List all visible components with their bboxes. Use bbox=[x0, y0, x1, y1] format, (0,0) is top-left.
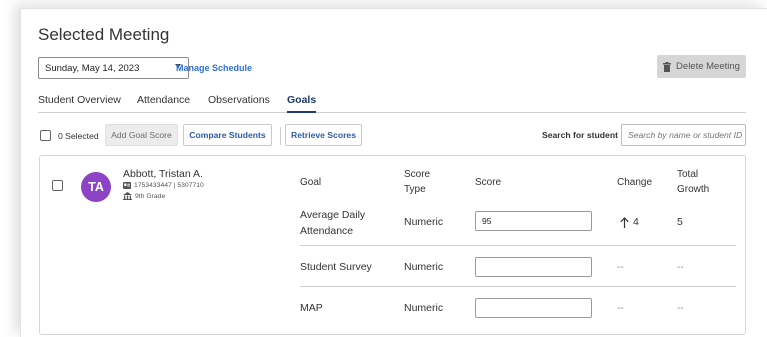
goal-name: MAP bbox=[300, 302, 323, 314]
total-growth-value: 5 bbox=[677, 216, 683, 228]
row-divider bbox=[300, 245, 736, 246]
total-growth-value: -- bbox=[677, 303, 684, 314]
selected-count: 0 Selected bbox=[58, 131, 99, 141]
col-header-score: Score bbox=[475, 177, 502, 188]
goal-name-line2: Attendance bbox=[300, 225, 354, 237]
student-select-checkbox[interactable] bbox=[52, 180, 63, 191]
score-type: Numeric bbox=[404, 261, 444, 273]
tab-bar: Student Overview Attendance Observations… bbox=[38, 93, 746, 113]
add-goal-score-button[interactable]: Add Goal Score bbox=[105, 124, 178, 146]
change-value: -- bbox=[617, 303, 624, 314]
page-title: Selected Meeting bbox=[38, 25, 170, 44]
search-student-label: Search for student bbox=[542, 130, 618, 140]
col-header-total-growth-line2: Growth bbox=[677, 184, 710, 195]
col-header-total-growth: Total Growth bbox=[677, 167, 709, 197]
col-header-goal: Goal bbox=[300, 177, 322, 188]
avatar: TA bbox=[81, 172, 111, 202]
change-value: 4 bbox=[620, 214, 639, 230]
id-card-icon bbox=[123, 182, 131, 189]
change-amount: 4 bbox=[633, 216, 639, 228]
change-value: -- bbox=[617, 262, 624, 273]
col-header-score-type: Score Type bbox=[404, 167, 430, 197]
goal-name: Student Survey bbox=[300, 261, 372, 273]
score-input[interactable] bbox=[475, 257, 592, 277]
col-header-change: Change bbox=[617, 177, 653, 188]
retrieve-scores-button[interactable]: Retrieve Scores bbox=[285, 124, 362, 146]
student-ids: 1753433447 | 5307710 bbox=[134, 182, 204, 189]
row-divider bbox=[300, 286, 736, 287]
student-grade-row: 9th Grade bbox=[123, 192, 165, 200]
meeting-date-select[interactable]: Sunday, May 14, 2023 bbox=[38, 57, 189, 79]
meeting-panel: Selected Meeting Sunday, May 14, 2023 Ma… bbox=[20, 8, 767, 337]
goal-name-line1: Average Daily bbox=[300, 209, 366, 221]
toolbar-divider bbox=[280, 127, 281, 145]
student-name: Abbott, Tristan A. bbox=[123, 168, 203, 180]
tab-student-overview[interactable]: Student Overview bbox=[38, 94, 121, 113]
delete-meeting-label: Delete Meeting bbox=[676, 61, 740, 72]
manage-schedule-link[interactable]: Manage Schedule bbox=[176, 63, 252, 73]
col-header-total-growth-line1: Total bbox=[677, 169, 699, 180]
meeting-date-value: Sunday, May 14, 2023 bbox=[45, 62, 140, 74]
score-input[interactable] bbox=[475, 211, 592, 231]
delete-meeting-button[interactable]: Delete Meeting bbox=[657, 55, 746, 78]
student-search-input[interactable] bbox=[621, 124, 746, 146]
score-input[interactable] bbox=[475, 298, 592, 318]
student-grade: 9th Grade bbox=[135, 192, 166, 200]
tab-observations[interactable]: Observations bbox=[208, 94, 270, 113]
compare-students-button[interactable]: Compare Students bbox=[183, 124, 272, 146]
tab-attendance[interactable]: Attendance bbox=[137, 94, 190, 113]
col-header-score-type-line1: Score bbox=[404, 169, 431, 180]
school-icon bbox=[123, 192, 132, 200]
student-goal-card: TA Abbott, Tristan A. 1753433447 | 53077… bbox=[39, 155, 746, 335]
select-all-checkbox[interactable] bbox=[40, 130, 51, 141]
score-type: Numeric bbox=[404, 216, 444, 228]
tab-goals[interactable]: Goals bbox=[287, 94, 317, 113]
total-growth-value: -- bbox=[677, 262, 684, 273]
arrow-up-icon bbox=[620, 216, 629, 228]
score-type: Numeric bbox=[404, 302, 444, 314]
goal-name: Average Daily Attendance bbox=[300, 207, 365, 239]
col-header-score-type-line2: Type bbox=[404, 184, 426, 195]
student-ids-row: 1753433447 | 5307710 bbox=[123, 182, 204, 189]
trash-icon bbox=[663, 61, 672, 72]
